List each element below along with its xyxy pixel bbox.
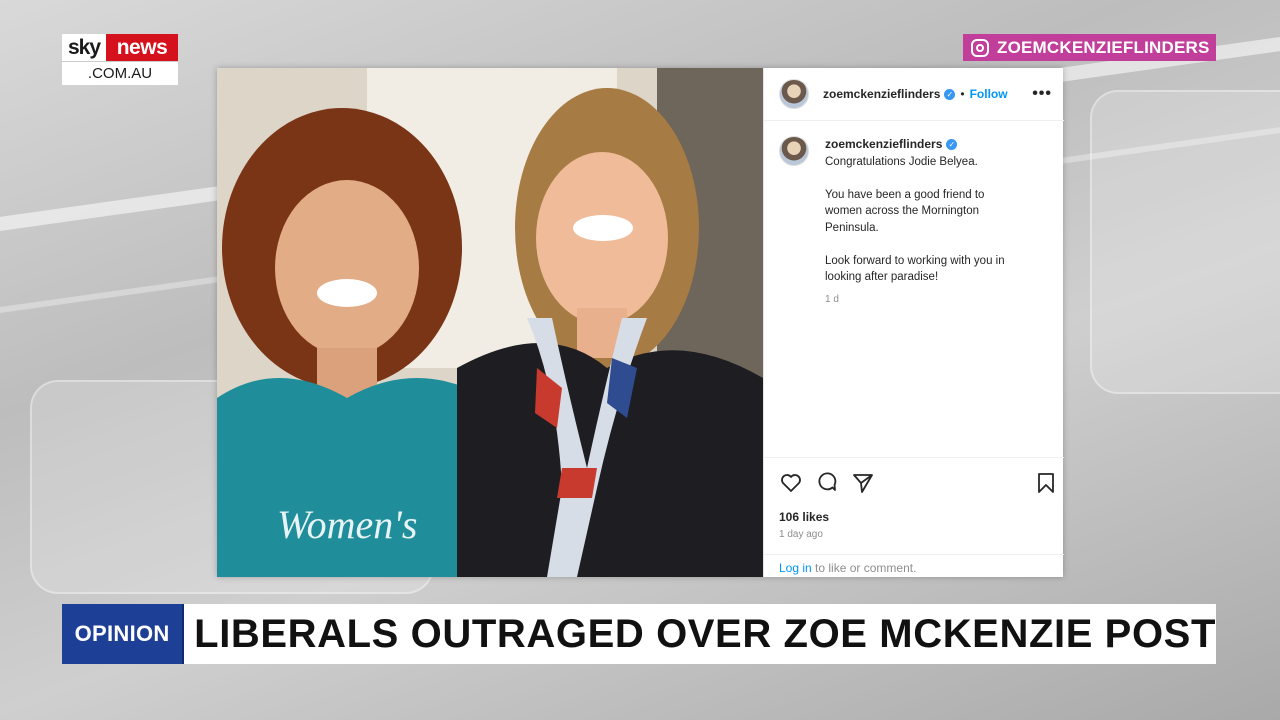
caption-line: You have been a good friend to <box>825 188 985 201</box>
post-photo: Women's <box>217 68 763 577</box>
bookmark-icon[interactable] <box>1034 471 1058 495</box>
post-caption: zoemckenzieflinders ✓ Congratulations Jod… <box>779 136 1054 308</box>
follow-button[interactable]: Follow <box>970 87 1008 101</box>
login-prompt: Log in to like or comment. <box>764 554 1064 578</box>
post-side-panel: zoemckenzieflinders ✓ • Follow ••• zoemc… <box>763 68 1064 577</box>
caption-line: Peninsula. <box>825 221 879 234</box>
sky-news-logo: sky news .COM.AU <box>62 34 178 85</box>
photo-illustration: Women's <box>217 68 763 577</box>
instagram-post: Women's zoemckenzieflinders ✓ • Follow •… <box>217 68 1064 577</box>
avatar[interactable] <box>779 79 809 109</box>
logo-sky-text: sky <box>62 34 106 61</box>
instagram-handle-text: ZOEMCKENZIEFLINDERS <box>997 37 1210 57</box>
verified-badge-icon: ✓ <box>944 88 956 100</box>
caption-line: looking after paradise! <box>825 271 939 283</box>
header-username[interactable]: zoemckenzieflinders <box>823 87 940 101</box>
post-time-ago: 1 day ago <box>779 529 823 540</box>
background-panel <box>1090 90 1280 394</box>
heart-icon[interactable] <box>779 471 803 495</box>
caption-timestamp: 1 d <box>825 293 839 305</box>
shirt-text: Women's <box>277 502 417 547</box>
lower-third: OPINION LIBERALS OUTRAGED OVER ZOE MCKEN… <box>62 604 1216 664</box>
login-link[interactable]: Log in <box>779 561 812 575</box>
likes-count[interactable]: 106 likes <box>779 510 829 524</box>
instagram-icon <box>971 38 989 57</box>
comment-icon[interactable] <box>815 471 839 495</box>
share-icon[interactable] <box>851 471 875 495</box>
caption-line: Look forward to working with you in <box>825 254 1005 267</box>
caption-username[interactable]: zoemckenzieflinders <box>825 137 942 151</box>
login-suffix: to like or comment. <box>811 561 917 575</box>
logo-news-text: news <box>106 34 178 61</box>
caption-line: Congratulations Jodie Belyea. <box>825 155 978 168</box>
instagram-handle-tag: ZOEMCKENZIEFLINDERS <box>963 34 1216 61</box>
post-actions: 106 likes 1 day ago Log in to like or co… <box>764 457 1064 578</box>
post-header: zoemckenzieflinders ✓ • Follow ••• <box>764 68 1064 121</box>
opinion-tag: OPINION <box>62 604 185 664</box>
logo-domain-text: .COM.AU <box>62 61 178 85</box>
header-separator: • <box>960 87 965 101</box>
headline: LIBERALS OUTRAGED OVER ZOE MCKENZIE POST <box>194 612 1216 656</box>
more-options-icon[interactable]: ••• <box>1032 85 1052 103</box>
caption-avatar[interactable] <box>779 136 809 166</box>
verified-badge-icon: ✓ <box>946 139 958 151</box>
caption-line: women across the Mornington <box>825 205 980 217</box>
